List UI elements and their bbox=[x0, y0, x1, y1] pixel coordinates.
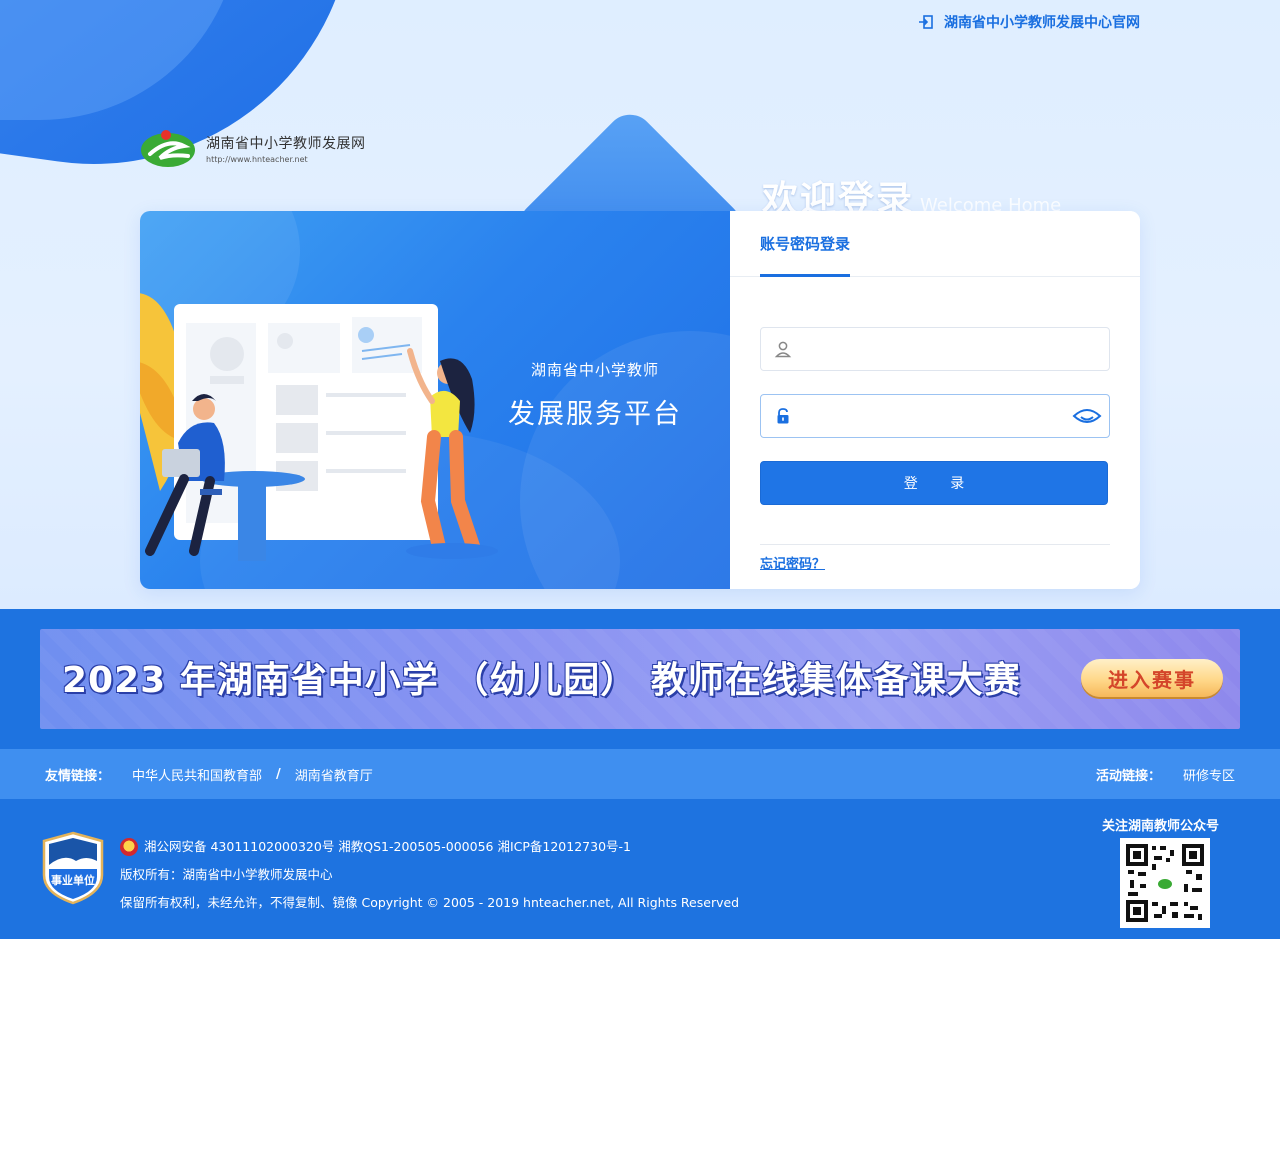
slogan-line-2: 发展服务平台 bbox=[508, 399, 682, 430]
enter-contest-button[interactable]: 进入赛事 bbox=[1081, 659, 1223, 697]
login-tabs: 账号密码登录 bbox=[730, 211, 1140, 277]
lock-icon bbox=[761, 407, 805, 425]
links-bar: 友情链接： 中华人民共和国教育部 / 湖南省教育厅 活动链接： 研修专区 bbox=[0, 749, 1280, 799]
link-hunan-education-dept[interactable]: 湖南省教育厅 bbox=[295, 765, 373, 784]
login-arrow-icon bbox=[918, 14, 934, 30]
banner-band: 2023 年湖南省中小学 （幼儿园） 教师在线集体备课大赛 进入赛事 bbox=[0, 609, 1280, 749]
link-training-zone[interactable]: 研修专区 bbox=[1183, 765, 1235, 784]
contest-banner-title: 2023 年湖南省中小学 （幼儿园） 教师在线集体备课大赛 bbox=[62, 660, 1021, 701]
footer-registration: 湘公网安备 43011102000320号 湘教QS1-200505-00005… bbox=[144, 839, 631, 854]
qr-code-icon bbox=[1126, 844, 1204, 922]
password-field[interactable] bbox=[760, 394, 1110, 438]
link-separator: / bbox=[276, 766, 281, 782]
activity-links: 活动链接： 研修专区 bbox=[1096, 765, 1235, 784]
eye-icon[interactable] bbox=[1065, 406, 1109, 426]
login-card: 湖南省中小学教师 发展服务平台 账号密码登录 登 录 忘记密码？ bbox=[140, 211, 1140, 589]
link-ministry-of-education[interactable]: 中华人民共和国教育部 bbox=[132, 765, 262, 784]
footer-copyright: 保留所有权利，未经允许，不得复制、镜像 Copyright © 2005 - 2… bbox=[120, 895, 740, 910]
brand: 湖南省中小学教师发展网 http://www.hnteacher.net bbox=[140, 128, 366, 168]
footer-copyright-owner: 版权所有：湖南省中小学教师发展中心 bbox=[120, 867, 333, 882]
login-card-illustration-panel: 湖南省中小学教师 发展服务平台 bbox=[140, 211, 730, 589]
platform-slogan: 湖南省中小学教师 发展服务平台 bbox=[500, 359, 690, 431]
footer: 事业单位 湘公网安备 43011102000320号 湘教QS1-200505-… bbox=[0, 799, 1280, 939]
user-icon bbox=[761, 340, 805, 358]
friend-links: 友情链接： 中华人民共和国教育部 / 湖南省教育厅 bbox=[45, 765, 373, 784]
password-input[interactable] bbox=[805, 395, 1065, 437]
login-form-panel: 账号密码登录 登 录 忘记密码？ bbox=[730, 211, 1140, 589]
activity-links-label: 活动链接： bbox=[1095, 768, 1161, 784]
friend-links-label: 友情链接： bbox=[45, 768, 111, 784]
qr-code-title: 关注湖南教师公众号 bbox=[1102, 819, 1220, 834]
username-field[interactable] bbox=[760, 327, 1110, 371]
footer-info: 湘公网安备 43011102000320号 湘教QS1-200505-00005… bbox=[120, 833, 739, 917]
login-button[interactable]: 登 录 bbox=[760, 461, 1108, 505]
police-emblem-icon bbox=[120, 838, 138, 856]
brand-logo-icon bbox=[141, 130, 195, 167]
badge-text: 事业单位 bbox=[51, 873, 95, 887]
official-site-link-label: 湖南省中小学教师发展中心官网 bbox=[944, 15, 1140, 31]
slogan-line-1: 湖南省中小学教师 bbox=[530, 361, 659, 379]
brand-url: http://www.hnteacher.net bbox=[206, 154, 308, 164]
forgot-password-link[interactable]: 忘记密码？ bbox=[760, 553, 825, 572]
public-institution-badge-icon: 事业单位 bbox=[42, 831, 104, 905]
hero-section: 湖南省中小学教师发展中心官网 湖南省中小学教师发展网 http://www.hn… bbox=[0, 0, 1280, 609]
wechat-qr-code bbox=[1120, 838, 1210, 928]
username-input[interactable] bbox=[805, 328, 1109, 370]
contest-banner[interactable]: 2023 年湖南省中小学 （幼儿园） 教师在线集体备课大赛 进入赛事 bbox=[40, 629, 1240, 729]
official-site-link[interactable]: 湖南省中小学教师发展中心官网 bbox=[918, 12, 1140, 32]
brand-name: 湖南省中小学教师发展网 bbox=[206, 135, 366, 152]
tab-password-login[interactable]: 账号密码登录 bbox=[760, 233, 851, 277]
form-divider bbox=[760, 544, 1110, 545]
